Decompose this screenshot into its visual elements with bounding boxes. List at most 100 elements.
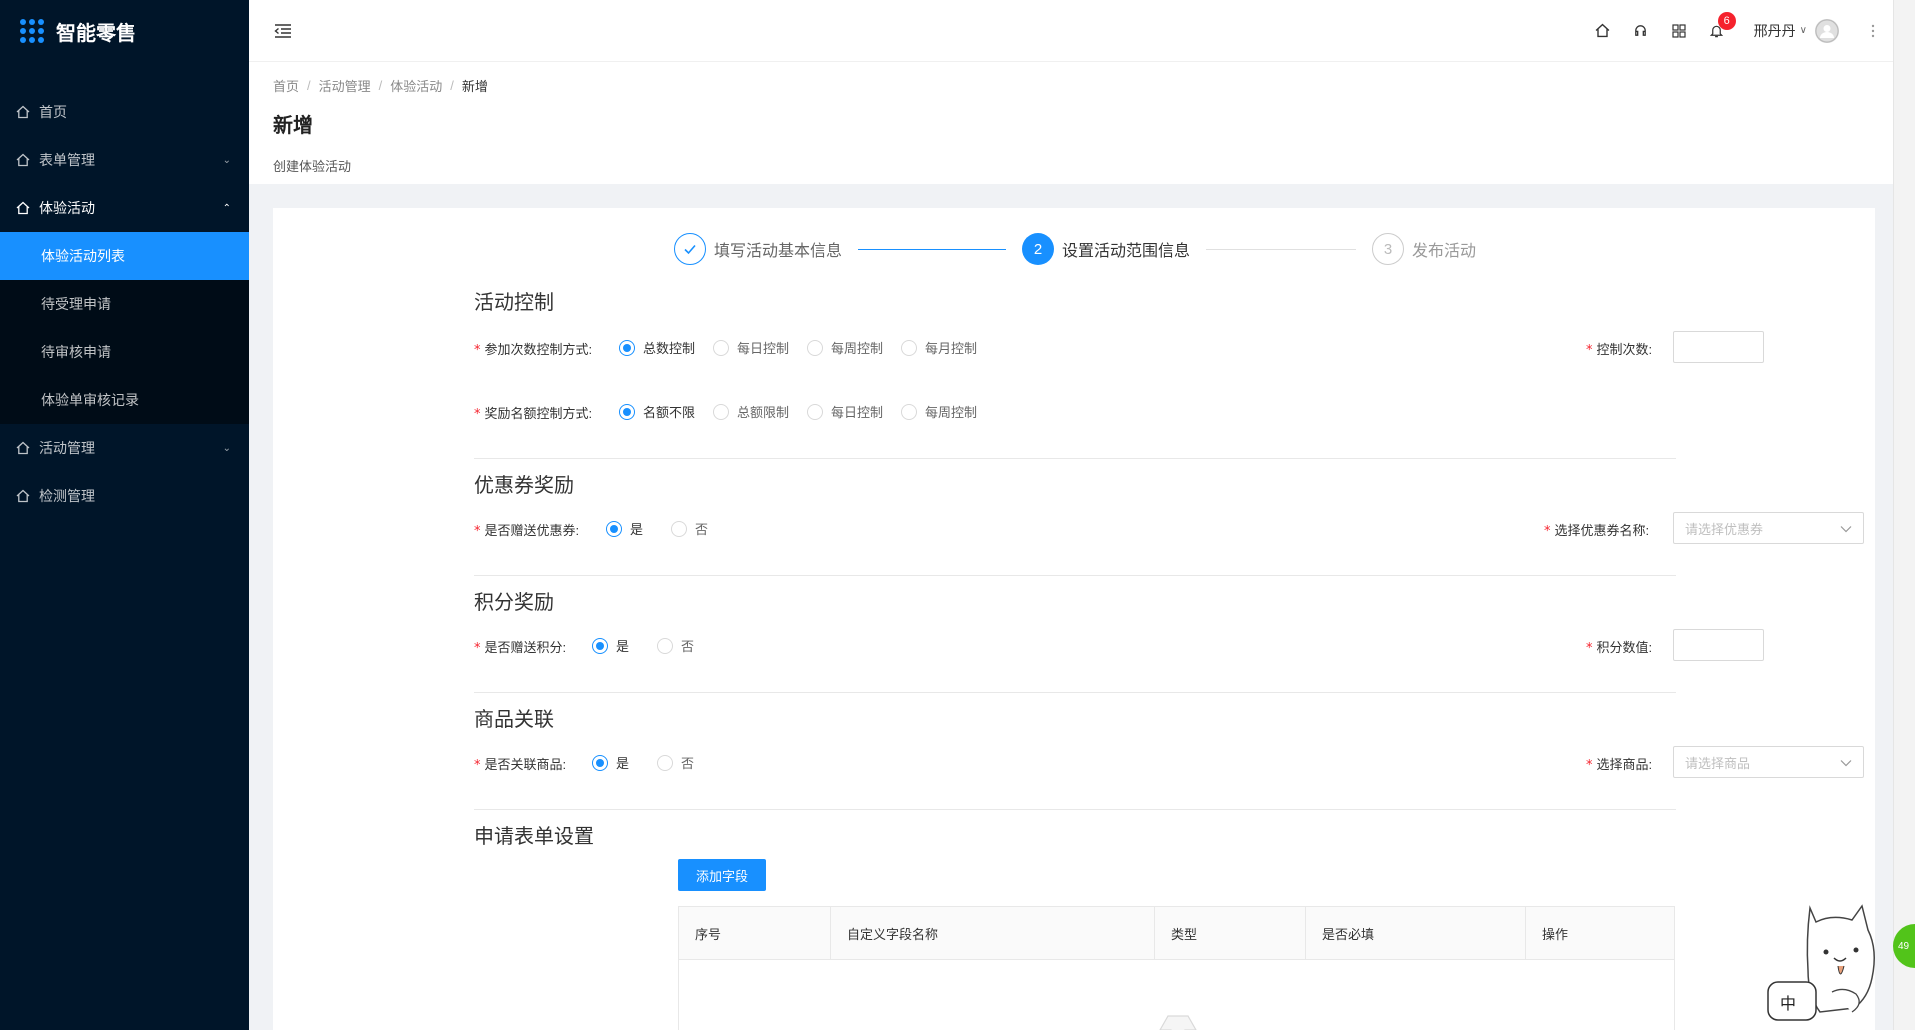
radio-coupon-no[interactable]: 否: [671, 519, 708, 538]
support-button[interactable]: [1622, 0, 1660, 62]
ime-mode-text: 中: [1780, 996, 1797, 1013]
sidebar-item-activity-mgmt[interactable]: 活动管理 ⌄: [0, 424, 249, 472]
link-goods-label: * 是否关联商品:: [474, 757, 567, 773]
points-value-input[interactable]: [1673, 629, 1764, 661]
give-coupon-label: * 是否赠送优惠券:: [474, 523, 580, 539]
form-card: 填写活动基本信息 2 设置活动范围信息 3 发布活动 活动控制 * 参加次数控制方…: [273, 208, 1875, 1030]
steps: 填写活动基本信息 2 设置活动范围信息 3 发布活动: [674, 233, 1496, 265]
step-2[interactable]: 2 设置活动范围信息: [1022, 233, 1206, 265]
sidebar-item-label: 体验活动: [39, 200, 95, 216]
radio-points-no[interactable]: 否: [657, 636, 694, 655]
menu-fold-icon: [274, 23, 291, 38]
logo[interactable]: 智能零售: [0, 0, 249, 62]
sidebar-item-pending-review[interactable]: 待审核申请: [0, 328, 249, 376]
avatar: [1815, 18, 1839, 43]
step-connector: [1206, 248, 1357, 250]
add-field-button[interactable]: 添加字段: [678, 859, 766, 891]
table-header: 序号 自定义字段名称 类型 是否必填 操作: [679, 907, 1674, 960]
home-icon: [16, 153, 30, 167]
column-required: 是否必填: [1306, 907, 1526, 959]
give-coupon-radio-group: 是 否: [606, 519, 708, 538]
page-scrollbar[interactable]: [1893, 0, 1915, 1030]
points-value-label: * 积分数值:: [1586, 640, 1653, 656]
sidebar-item-experience-list[interactable]: 体验活动列表: [0, 232, 249, 280]
app-title: 智能零售: [56, 22, 136, 45]
required-mark: *: [1586, 758, 1593, 773]
radio-goods-no[interactable]: 否: [657, 753, 694, 772]
menu-fold-button[interactable]: [271, 19, 295, 43]
goods-select[interactable]: 请选择商品: [1673, 746, 1864, 778]
radio-daily-control[interactable]: 每日控制: [807, 402, 883, 421]
column-index: 序号: [679, 907, 831, 959]
page-description: 创建体验活动: [273, 159, 352, 174]
page-title: 新增: [273, 115, 313, 137]
empty-table-body: [679, 960, 1674, 1030]
radio-goods-yes[interactable]: 是: [592, 753, 629, 772]
column-field-name: 自定义字段名称: [831, 907, 1155, 959]
radio-daily-control[interactable]: 每日控制: [713, 338, 789, 357]
grid-logo-icon: [20, 19, 44, 43]
radio-monthly-control[interactable]: 每月控制: [901, 338, 977, 357]
divider: [474, 692, 1676, 693]
sidebar-item-label: 首页: [39, 104, 67, 120]
coupon-name-label: * 选择优惠券名称:: [1544, 523, 1650, 539]
breadcrumb-item-activity-mgmt[interactable]: 活动管理: [319, 76, 371, 95]
sidebar-item-review-records[interactable]: 体验单审核记录: [0, 376, 249, 424]
breadcrumb-separator: /: [307, 78, 311, 93]
headset-icon: [1635, 25, 1647, 36]
section-title-goods: 商品关联: [474, 709, 554, 731]
user-menu[interactable]: 邢丹丹 ∨: [1754, 18, 1839, 43]
home-icon: [16, 201, 30, 215]
radio-coupon-yes[interactable]: 是: [606, 519, 643, 538]
apps-button[interactable]: [1660, 0, 1698, 62]
radio-points-yes[interactable]: 是: [592, 636, 629, 655]
sidebar-item-forms[interactable]: 表单管理 ⌄: [0, 136, 249, 184]
step-connector: [858, 248, 1007, 250]
step-number: 3: [1372, 233, 1405, 265]
coupon-select[interactable]: 请选择优惠券: [1673, 512, 1864, 544]
radio-unlimited[interactable]: 名额不限: [619, 402, 695, 421]
fields-table: 序号 自定义字段名称 类型 是否必填 操作: [678, 906, 1675, 1030]
sidebar-item-label: 活动管理: [39, 440, 95, 456]
breadcrumb-item-current: 新增: [461, 79, 488, 94]
more-button[interactable]: [1853, 0, 1893, 62]
section-title-form-settings: 申请表单设置: [474, 826, 594, 848]
check-icon: [674, 233, 706, 265]
step-1[interactable]: 填写活动基本信息: [674, 233, 858, 265]
sidebar-item-experience[interactable]: 体验活动 ⌃: [0, 184, 249, 232]
chevron-down-icon: ⌄: [222, 154, 231, 166]
required-mark: *: [1544, 524, 1551, 539]
reward-quota-radio-group: 名额不限 总额限制 每日控制 每周控制: [619, 402, 977, 421]
column-type: 类型: [1155, 907, 1306, 959]
home-icon: [16, 441, 30, 455]
apps-grid-icon: [1672, 23, 1686, 38]
notification-button[interactable]: 6: [1698, 0, 1736, 62]
breadcrumb-separator: /: [450, 78, 454, 93]
input-method-widget[interactable]: 中: [1760, 900, 1895, 1030]
section-title-activity-control: 活动控制: [474, 292, 554, 314]
control-count-input[interactable]: [1673, 331, 1764, 363]
radio-total-control[interactable]: 总数控制: [619, 338, 695, 357]
home-icon: [1595, 23, 1610, 38]
sidebar-item-home[interactable]: 首页: [0, 88, 249, 136]
sidebar-item-label: 表单管理: [39, 152, 95, 168]
required-mark: *: [1586, 343, 1593, 358]
notification-badge: 6: [1717, 11, 1736, 30]
step-3[interactable]: 3 发布活动: [1372, 233, 1492, 265]
goods-select-placeholder: 请选择商品: [1685, 755, 1751, 771]
user-avatar-icon: [1815, 19, 1839, 42]
sidebar-item-inspection[interactable]: 检测管理: [0, 472, 249, 520]
chevron-down-icon: [1840, 755, 1852, 770]
breadcrumb-item-home[interactable]: 首页: [273, 76, 299, 95]
header-actions: 6 邢丹丹 ∨: [1584, 0, 1893, 62]
breadcrumb-item-experience[interactable]: 体验活动: [390, 76, 442, 95]
participation-control-label: * 参加次数控制方式:: [474, 342, 593, 358]
sidebar-item-label: 检测管理: [39, 488, 95, 504]
required-mark: *: [474, 524, 481, 539]
radio-weekly-control[interactable]: 每周控制: [901, 402, 977, 421]
radio-total-limit[interactable]: 总额限制: [713, 402, 789, 421]
give-points-label: * 是否赠送积分:: [474, 640, 567, 656]
home-button[interactable]: [1584, 0, 1622, 62]
sidebar-item-pending-accept[interactable]: 待受理申请: [0, 280, 249, 328]
radio-weekly-control[interactable]: 每周控制: [807, 338, 883, 357]
